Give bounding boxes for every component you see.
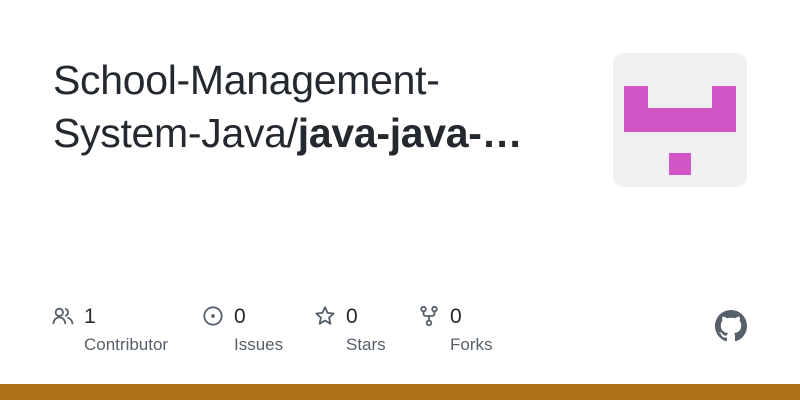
forks-count: 0 bbox=[450, 305, 462, 328]
people-icon bbox=[52, 307, 74, 325]
repo-owner-line-1: School-Management- bbox=[53, 57, 440, 103]
issue-icon bbox=[203, 306, 223, 326]
stars-count: 0 bbox=[346, 305, 358, 328]
contributors-count: 1 bbox=[84, 305, 96, 328]
owner-avatar bbox=[613, 53, 747, 187]
identicon-pattern bbox=[624, 86, 736, 175]
contributors-label: Contributor bbox=[84, 335, 169, 354]
repo-name: java-java-… bbox=[297, 110, 523, 156]
star-icon bbox=[315, 306, 335, 325]
repo-title: School-Management- System-Java/java-java… bbox=[53, 54, 573, 160]
fork-icon bbox=[420, 305, 438, 327]
forks-label: Forks bbox=[450, 335, 493, 354]
issues-count: 0 bbox=[234, 305, 246, 328]
issues-label: Issues bbox=[234, 335, 284, 354]
github-logo-icon[interactable] bbox=[715, 310, 747, 342]
repo-owner: System-Java/ bbox=[53, 110, 298, 156]
repo-owner-line-2: System-Java/java-java-… bbox=[53, 107, 573, 160]
stars-label: Stars bbox=[346, 335, 386, 354]
language-color-bar bbox=[0, 384, 800, 400]
